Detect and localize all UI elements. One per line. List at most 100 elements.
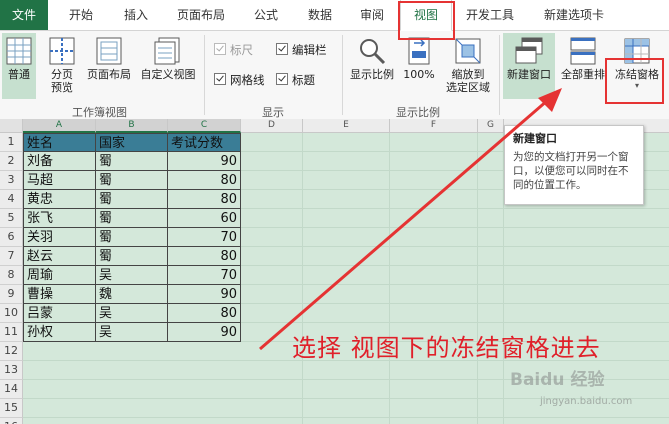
table-cell[interactable]: 黄忠	[23, 190, 96, 209]
table-cell[interactable]: 蜀	[96, 190, 168, 209]
normal-view-button[interactable]: 普通	[2, 33, 36, 99]
table-cell[interactable]: 关羽	[23, 228, 96, 247]
column-header-d[interactable]: D	[241, 119, 303, 133]
new-window-button[interactable]: 新建窗口	[503, 33, 555, 99]
table-cell[interactable]: 吕蒙	[23, 304, 96, 323]
zoom-button[interactable]: 显示比例	[346, 33, 398, 99]
table-cell[interactable]: 马超	[23, 171, 96, 190]
table-cell[interactable]: 80	[168, 304, 241, 323]
ribbon-separator	[204, 35, 205, 115]
custom-views-button[interactable]: 自定义视图	[136, 33, 200, 99]
table-header-cell[interactable]: 国家	[96, 133, 168, 152]
tooltip-body: 为您的文档打开另一个窗口，以便您可以同时在不同的位置工作。	[513, 151, 629, 191]
table-cell[interactable]: 蜀	[96, 247, 168, 266]
row-header[interactable]: 12	[0, 342, 23, 361]
table-cell[interactable]: 蜀	[96, 171, 168, 190]
table-cell[interactable]: 蜀	[96, 209, 168, 228]
magnifier-icon	[360, 39, 386, 65]
tab-file[interactable]: 文件	[0, 0, 48, 30]
table-cell[interactable]: 70	[168, 228, 241, 247]
column-header-c[interactable]: C	[168, 119, 241, 133]
formula-bar-label: 编辑栏	[292, 43, 327, 57]
table-header-cell[interactable]: 考试分数	[168, 133, 241, 152]
tab-formulas[interactable]: 公式	[242, 0, 290, 30]
table-cell[interactable]: 周瑜	[23, 266, 96, 285]
row-header[interactable]: 1	[0, 133, 23, 152]
table-cell[interactable]: 刘备	[23, 152, 96, 171]
page-layout-icon	[96, 37, 122, 65]
tab-new[interactable]: 新建选项卡	[534, 0, 614, 30]
ribbon-separator	[499, 35, 500, 115]
row-header[interactable]: 14	[0, 380, 23, 399]
table-cell[interactable]: 孙权	[23, 323, 96, 342]
row-header[interactable]: 15	[0, 399, 23, 418]
new-window-label: 新建窗口	[507, 68, 551, 81]
table-cell[interactable]: 90	[168, 152, 241, 171]
column-header-a[interactable]: A	[23, 119, 96, 133]
table-cell[interactable]: 80	[168, 190, 241, 209]
table-cell[interactable]: 蜀	[96, 152, 168, 171]
row-header[interactable]: 5	[0, 209, 23, 228]
zoom-to-selection-button[interactable]: 缩放到 选定区域	[440, 33, 496, 99]
column-header-b[interactable]: B	[96, 119, 168, 133]
show-group-label: 显示	[262, 106, 284, 119]
column-header-g[interactable]: G	[478, 119, 504, 133]
row-header[interactable]: 10	[0, 304, 23, 323]
formula-bar-checkbox[interactable]: 编辑栏	[276, 43, 327, 57]
table-cell[interactable]: 魏	[96, 285, 168, 304]
table-cell[interactable]: 赵云	[23, 247, 96, 266]
row-header[interactable]: 16	[0, 418, 23, 424]
table-cell[interactable]: 蜀	[96, 228, 168, 247]
gridline	[389, 133, 390, 424]
gridline	[23, 417, 669, 418]
tab-data[interactable]: 数据	[296, 0, 344, 30]
column-header-e[interactable]: E	[303, 119, 390, 133]
column-header-f[interactable]: F	[390, 119, 478, 133]
gridline	[477, 133, 478, 424]
workbook-views-group-label: 工作簿视图	[72, 106, 127, 119]
table-cell[interactable]: 90	[168, 285, 241, 304]
ribbon-tab-bar: 文件 开始 插入 页面布局 公式 数据 审阅 视图 开发工具 新建选项卡	[0, 0, 669, 31]
table-header-cell[interactable]: 姓名	[23, 133, 96, 152]
page-layout-button[interactable]: 页面布局	[84, 33, 134, 99]
headings-checkbox[interactable]: 标题	[276, 73, 315, 87]
gridlines-checkbox[interactable]: 网格线	[214, 73, 265, 87]
zoom-to-selection-label: 缩放到 选定区域	[446, 68, 490, 94]
zoom-100-icon	[408, 37, 430, 65]
normal-view-label: 普通	[8, 68, 30, 81]
table-cell[interactable]: 80	[168, 171, 241, 190]
row-header[interactable]: 4	[0, 190, 23, 209]
page-layout-label: 页面布局	[87, 68, 131, 81]
headings-label: 标题	[292, 73, 315, 87]
row-header[interactable]: 13	[0, 361, 23, 380]
tab-page-layout[interactable]: 页面布局	[166, 0, 236, 30]
table-cell[interactable]: 吴	[96, 323, 168, 342]
tab-home[interactable]: 开始	[56, 0, 106, 30]
checkbox-checked-icon	[214, 73, 226, 85]
row-header[interactable]: 7	[0, 247, 23, 266]
table-cell[interactable]: 曹操	[23, 285, 96, 304]
baidu-jingyan-watermark: Baidu 经验	[510, 367, 660, 391]
zoom-100-button[interactable]: 100%	[400, 33, 438, 99]
tab-developer[interactable]: 开发工具	[458, 0, 522, 30]
normal-view-icon	[6, 37, 32, 65]
table-cell[interactable]: 吴	[96, 304, 168, 323]
table-cell[interactable]: 70	[168, 266, 241, 285]
row-header[interactable]: 9	[0, 285, 23, 304]
ruler-checkbox[interactable]: 标尺	[214, 43, 253, 57]
table-cell[interactable]: 60	[168, 209, 241, 228]
table-cell[interactable]: 80	[168, 247, 241, 266]
row-header[interactable]: 6	[0, 228, 23, 247]
select-all-corner[interactable]	[0, 119, 23, 133]
tab-insert[interactable]: 插入	[112, 0, 160, 30]
table-cell[interactable]: 90	[168, 323, 241, 342]
row-header[interactable]: 3	[0, 171, 23, 190]
arrange-all-button[interactable]: 全部重排	[557, 33, 609, 99]
page-break-preview-button[interactable]: 分页 预览	[42, 33, 82, 99]
row-header[interactable]: 8	[0, 266, 23, 285]
row-header[interactable]: 2	[0, 152, 23, 171]
tab-review[interactable]: 审阅	[350, 0, 394, 30]
table-cell[interactable]: 吴	[96, 266, 168, 285]
table-cell[interactable]: 张飞	[23, 209, 96, 228]
row-header[interactable]: 11	[0, 323, 23, 342]
